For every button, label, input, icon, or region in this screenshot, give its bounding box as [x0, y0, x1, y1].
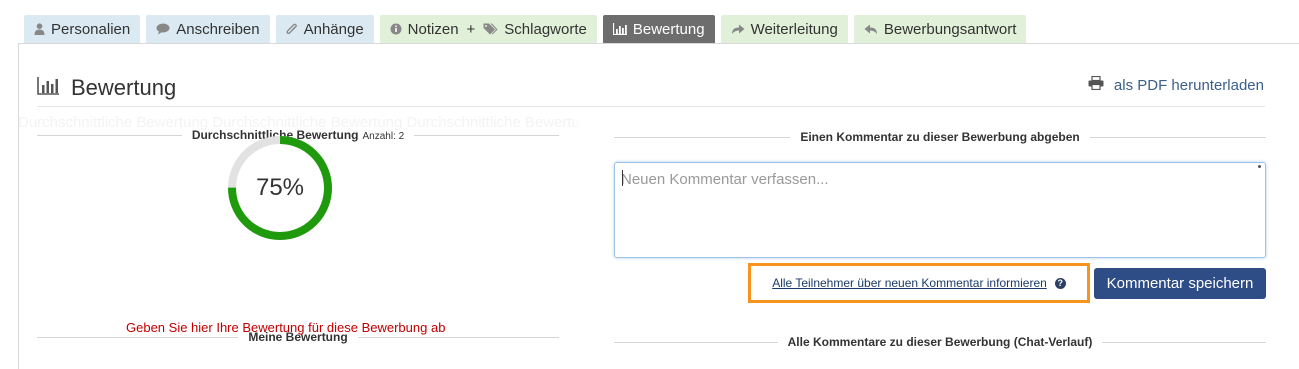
divider-line [357, 336, 560, 338]
bar-chart-icon [612, 23, 627, 35]
divider-line [614, 136, 791, 138]
user-icon [34, 23, 45, 35]
divider-line [1102, 341, 1267, 343]
page-title: Bewertung [71, 75, 177, 100]
comment-textarea[interactable] [614, 162, 1266, 258]
my-rating-hint: Geben Sie hier Ihre Bewertung für diese … [126, 320, 446, 335]
tab-label: Bewerbungsantwort [883, 20, 1017, 38]
text-cursor [622, 170, 623, 186]
divider-line [414, 134, 560, 136]
notify-participants-box: Alle Teilnehmer über neuen Kommentar inf… [748, 263, 1090, 303]
notify-participants-link[interactable]: Alle Teilnehmer über neuen Kommentar inf… [772, 276, 1047, 290]
question-icon[interactable]: ? [1054, 277, 1066, 289]
tab-weiterleitung[interactable]: Weiterleitung [720, 15, 848, 43]
tab-anschreiben[interactable]: Anschreiben [146, 15, 270, 43]
tab-label: Anhänge [303, 20, 364, 38]
tab-label: Personalien [51, 20, 131, 38]
tab-bar: Personalien Anschreiben Anhänge Notizen … [24, 15, 1027, 43]
divider-line [37, 134, 182, 136]
rating-count: Anzahl: 2 [362, 131, 405, 142]
pdf-download-label: als PDF herunterladen [1113, 76, 1264, 94]
page-header: Bewertung [37, 75, 176, 101]
tab-anhaenge[interactable]: Anhänge [275, 15, 374, 43]
header-divider [37, 106, 1265, 107]
tab-bewerbungsantwort[interactable]: Bewerbungsantwort [853, 15, 1027, 43]
tab-label-schlagworte: Schlagworte [504, 20, 587, 38]
all-comments-heading: Alle Kommentare zu dieser Bewerbung (Cha… [787, 335, 1093, 349]
divider-line [1089, 136, 1267, 138]
tab-label: Bewertung [632, 20, 705, 38]
comment-divider: Einen Kommentar zu dieser Bewerbung abge… [614, 130, 1267, 144]
pdf-download-link[interactable]: als PDF herunterladen [1088, 75, 1264, 94]
info-icon [390, 23, 402, 35]
forward-arrow-icon [731, 23, 745, 35]
tab-bewertung[interactable]: Bewertung [602, 15, 715, 43]
resize-handle[interactable] [1258, 165, 1261, 168]
divider-line [37, 336, 239, 338]
tags-icon [483, 23, 498, 35]
tab-label-notizen: Notizen [407, 20, 459, 38]
rating-percent: 75% [255, 174, 305, 201]
save-comment-button[interactable]: Kommentar speichern [1094, 268, 1266, 299]
bar-chart-icon [37, 76, 59, 100]
printer-icon [1088, 75, 1104, 94]
divider-line [614, 341, 778, 343]
tab-label: Anschreiben [176, 20, 260, 38]
comment-heading: Einen Kommentar zu dieser Bewerbung abge… [800, 130, 1080, 144]
reply-arrow-icon [864, 23, 878, 35]
speech-bubble-icon [156, 23, 170, 35]
paperclip-icon [286, 23, 298, 36]
tab-personalien[interactable]: Personalien [24, 15, 141, 43]
plus-sign: + [466, 20, 476, 38]
tab-label: Weiterleitung [750, 20, 838, 38]
all-comments-divider: Alle Kommentare zu dieser Bewerbung (Cha… [614, 335, 1267, 349]
tab-notizen-schlagworte[interactable]: Notizen + Schlagworte [379, 15, 597, 43]
